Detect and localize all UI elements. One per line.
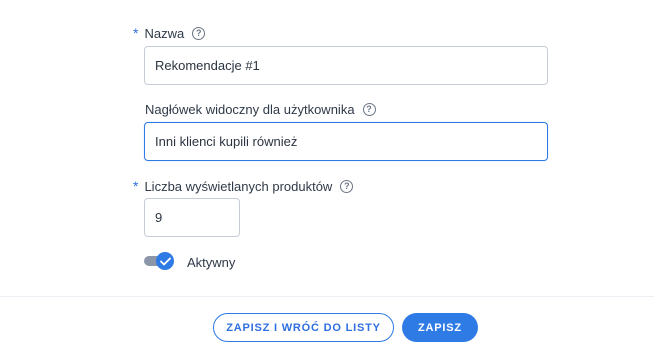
check-icon <box>159 257 171 265</box>
active-toggle[interactable] <box>144 251 176 271</box>
name-field-label-row: * Nazwa ? <box>133 25 206 41</box>
name-field-label: Nazwa <box>144 25 185 41</box>
help-circle-icon[interactable]: ? <box>340 179 354 193</box>
active-toggle-label: Aktywny <box>187 255 236 270</box>
help-circle-icon[interactable]: ? <box>192 26 206 40</box>
count-input[interactable] <box>144 198 240 237</box>
header-field-label: Nagłówek widoczny dla użytkownika <box>145 102 355 117</box>
header-field-label-row: Nagłówek widoczny dla użytkownika ? <box>145 102 376 117</box>
required-marker: * <box>133 25 139 41</box>
save-button[interactable]: ZAPISZ <box>402 313 478 342</box>
header-input[interactable] <box>144 122 548 161</box>
name-input[interactable] <box>144 46 548 85</box>
count-field-label-row: * Liczba wyświetlanych produktów ? <box>133 178 354 194</box>
toggle-knob <box>156 252 174 270</box>
help-circle-icon[interactable]: ? <box>362 103 376 116</box>
save-and-return-button[interactable]: ZAPISZ I WRÓĆ DO LISTY <box>213 313 394 342</box>
footer-divider <box>0 296 654 297</box>
required-marker: * <box>133 178 139 194</box>
count-field-label: Liczba wyświetlanych produktów <box>144 178 333 194</box>
